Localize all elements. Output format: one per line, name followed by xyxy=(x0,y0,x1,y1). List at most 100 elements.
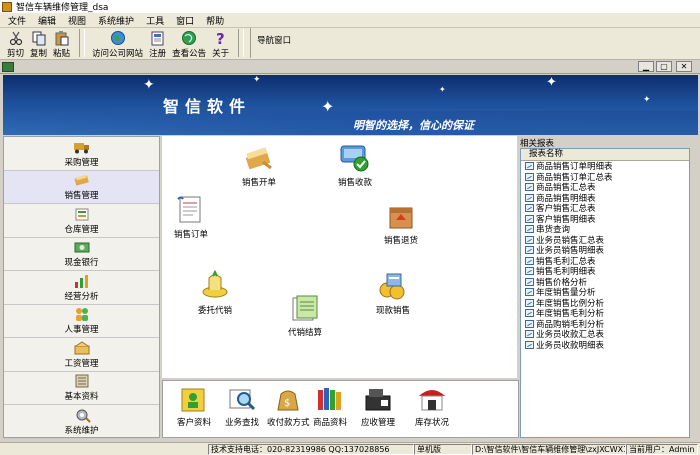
customer-data-button[interactable]: 客户资料 xyxy=(177,384,211,428)
sidebar-item-system[interactable]: 系统维护 xyxy=(4,405,159,439)
menu-bar: 文件 编辑 视图 系统维护 工具 窗口 帮助 xyxy=(0,13,700,28)
report-chart-icon xyxy=(525,330,534,339)
paste-button[interactable]: 粘贴 xyxy=(50,28,73,59)
svg-text:?: ? xyxy=(216,30,225,46)
report-items: 商品销售订单明细表 商品销售订单汇总表 商品销售汇总表 商品销售明细表 客户销售汇总表客… xyxy=(521,161,689,351)
menu-help[interactable]: 帮助 xyxy=(206,14,224,27)
reports-column-header[interactable]: 报表名称 xyxy=(521,149,689,161)
sidebar-item-label: 系统维护 xyxy=(64,425,99,436)
sidebar-item-purchase[interactable]: 采购管理 xyxy=(4,137,159,171)
payment-method-button[interactable]: $ 收付款方式 xyxy=(267,384,310,428)
salary-icon xyxy=(74,341,89,355)
help-question-icon: ? xyxy=(213,30,229,46)
nav-window-button[interactable]: 导航窗口 xyxy=(250,28,297,58)
register-button[interactable]: 注册 xyxy=(146,28,169,59)
copy-label: 复制 xyxy=(30,49,48,59)
sidebar-item-label: 人事管理 xyxy=(64,325,99,336)
sales-icon xyxy=(73,175,89,186)
report-chart-icon xyxy=(525,340,534,349)
sidebar-item-label: 基本资料 xyxy=(64,392,99,403)
receivables-label: 应收管理 xyxy=(361,418,396,428)
consignment-icon xyxy=(202,270,228,298)
personnel-icon xyxy=(75,308,88,322)
sales-return-node[interactable]: 销售退货 xyxy=(384,200,418,246)
reports-list: 报表名称 商品销售订单明细表 商品销售订单汇总表 商品销售汇总表 商品销售明细表 客户销… xyxy=(520,148,690,438)
star-icon: ✦ xyxy=(439,85,446,94)
report-chart-icon xyxy=(525,267,534,276)
window-title: 智信车辆维修管理_dsa xyxy=(16,3,109,13)
sidebar-item-warehouse[interactable]: 仓库管理 xyxy=(4,204,159,238)
cut-button[interactable]: 剪切 xyxy=(4,28,27,59)
product-data-button[interactable]: 商品资料 xyxy=(313,384,347,428)
menu-file[interactable]: 文件 xyxy=(8,14,26,27)
module-sidebar: 采购管理 销售管理 仓库管理 现金银行 经营分析 人事管理 工资管理 基本资料 … xyxy=(3,136,160,439)
receivables-button[interactable]: 应收管理 xyxy=(361,384,395,428)
title-bar: 智信车辆维修管理_dsa xyxy=(0,0,700,13)
report-chart-icon xyxy=(525,162,534,171)
minimize-button[interactable]: ▁ xyxy=(638,61,654,72)
register-icon xyxy=(150,30,166,46)
report-chart-icon xyxy=(525,214,534,223)
consignment-settle-label: 代销结算 xyxy=(288,328,323,338)
svg-text:$: $ xyxy=(284,398,290,409)
report-chart-icon xyxy=(525,288,534,297)
restore-button[interactable]: ▢ xyxy=(656,61,672,72)
brand-name: 智信软件 xyxy=(163,97,252,116)
sidebar-item-analysis[interactable]: 经营分析 xyxy=(4,271,159,305)
customer-data-icon xyxy=(181,388,205,412)
report-chart-icon xyxy=(525,235,534,244)
sidebar-item-label: 工资管理 xyxy=(64,358,99,369)
copy-button[interactable]: 复制 xyxy=(27,28,50,59)
sidebar-item-cash-bank[interactable]: 现金银行 xyxy=(4,238,159,271)
copy-icon xyxy=(31,30,47,46)
sidebar-item-sales[interactable]: 销售管理 xyxy=(4,170,159,204)
cash-sales-label: 现款销售 xyxy=(376,306,411,316)
report-chart-icon xyxy=(525,183,534,192)
money-bag-icon: $ xyxy=(277,390,299,411)
magnifier-icon xyxy=(229,389,256,411)
system-icon xyxy=(76,409,91,423)
consignment-label: 委托代销 xyxy=(198,306,233,316)
close-button[interactable]: ✕ xyxy=(676,61,692,72)
basic-data-icon xyxy=(75,374,88,388)
warehouse-icon xyxy=(75,208,88,221)
sales-invoice-icon xyxy=(245,147,272,170)
toolbar: 剪切 复制 粘贴 访问公司网站 注册 查看公告 ? 关于 导航窗口 xyxy=(0,28,700,60)
stock-status-button[interactable]: 库存状况 xyxy=(415,384,449,428)
sales-invoice-node[interactable]: 销售开单 xyxy=(242,142,276,188)
consignment-settle-node[interactable]: 代销结算 xyxy=(288,292,322,338)
report-chart-icon xyxy=(525,193,534,202)
sidebar-item-label: 仓库管理 xyxy=(64,224,99,235)
sidebar-item-personnel[interactable]: 人事管理 xyxy=(4,305,159,338)
menu-system-maintenance[interactable]: 系统维护 xyxy=(98,14,134,27)
report-chart-icon xyxy=(525,309,534,318)
sales-order-node[interactable]: 销售订单 xyxy=(174,194,208,240)
about-button[interactable]: ? 关于 xyxy=(209,28,232,59)
visit-website-label: 访问公司网站 xyxy=(92,49,144,59)
register-label: 注册 xyxy=(149,49,167,59)
menu-view[interactable]: 视图 xyxy=(68,14,86,27)
sales-receipt-node[interactable]: 销售收款 xyxy=(338,142,372,188)
report-list-item[interactable]: 业务员收款明细表 xyxy=(521,340,689,351)
menu-edit[interactable]: 编辑 xyxy=(38,14,56,27)
scissors-icon xyxy=(8,30,24,46)
menu-tools[interactable]: 工具 xyxy=(146,14,164,27)
globe-notice-icon xyxy=(181,30,197,46)
store-icon xyxy=(419,390,445,411)
slogan: 明智的选择，信心的保证 xyxy=(353,119,474,132)
sidebar-item-basic-data[interactable]: 基本资料 xyxy=(4,372,159,405)
books-icon xyxy=(318,388,341,410)
sidebar-item-label: 经营分析 xyxy=(64,291,99,302)
cash-sales-node[interactable]: 现款销售 xyxy=(376,270,410,316)
report-chart-icon xyxy=(525,204,534,213)
sidebar-item-salary[interactable]: 工资管理 xyxy=(4,338,159,372)
menu-window[interactable]: 窗口 xyxy=(176,14,194,27)
view-notice-button[interactable]: 查看公告 xyxy=(169,28,209,59)
visit-website-button[interactable]: 访问公司网站 xyxy=(89,28,146,59)
sales-flow-panel: 销售开单 销售收款 销售订单 销售退货 委托代销 代销结算 现款销售 xyxy=(162,136,517,378)
cash-register-icon xyxy=(365,389,391,411)
sales-order-label: 销售订单 xyxy=(174,230,209,240)
consignment-node[interactable]: 委托代销 xyxy=(198,270,232,316)
business-search-button[interactable]: 业务查找 xyxy=(225,384,259,428)
paste-icon xyxy=(54,30,70,46)
